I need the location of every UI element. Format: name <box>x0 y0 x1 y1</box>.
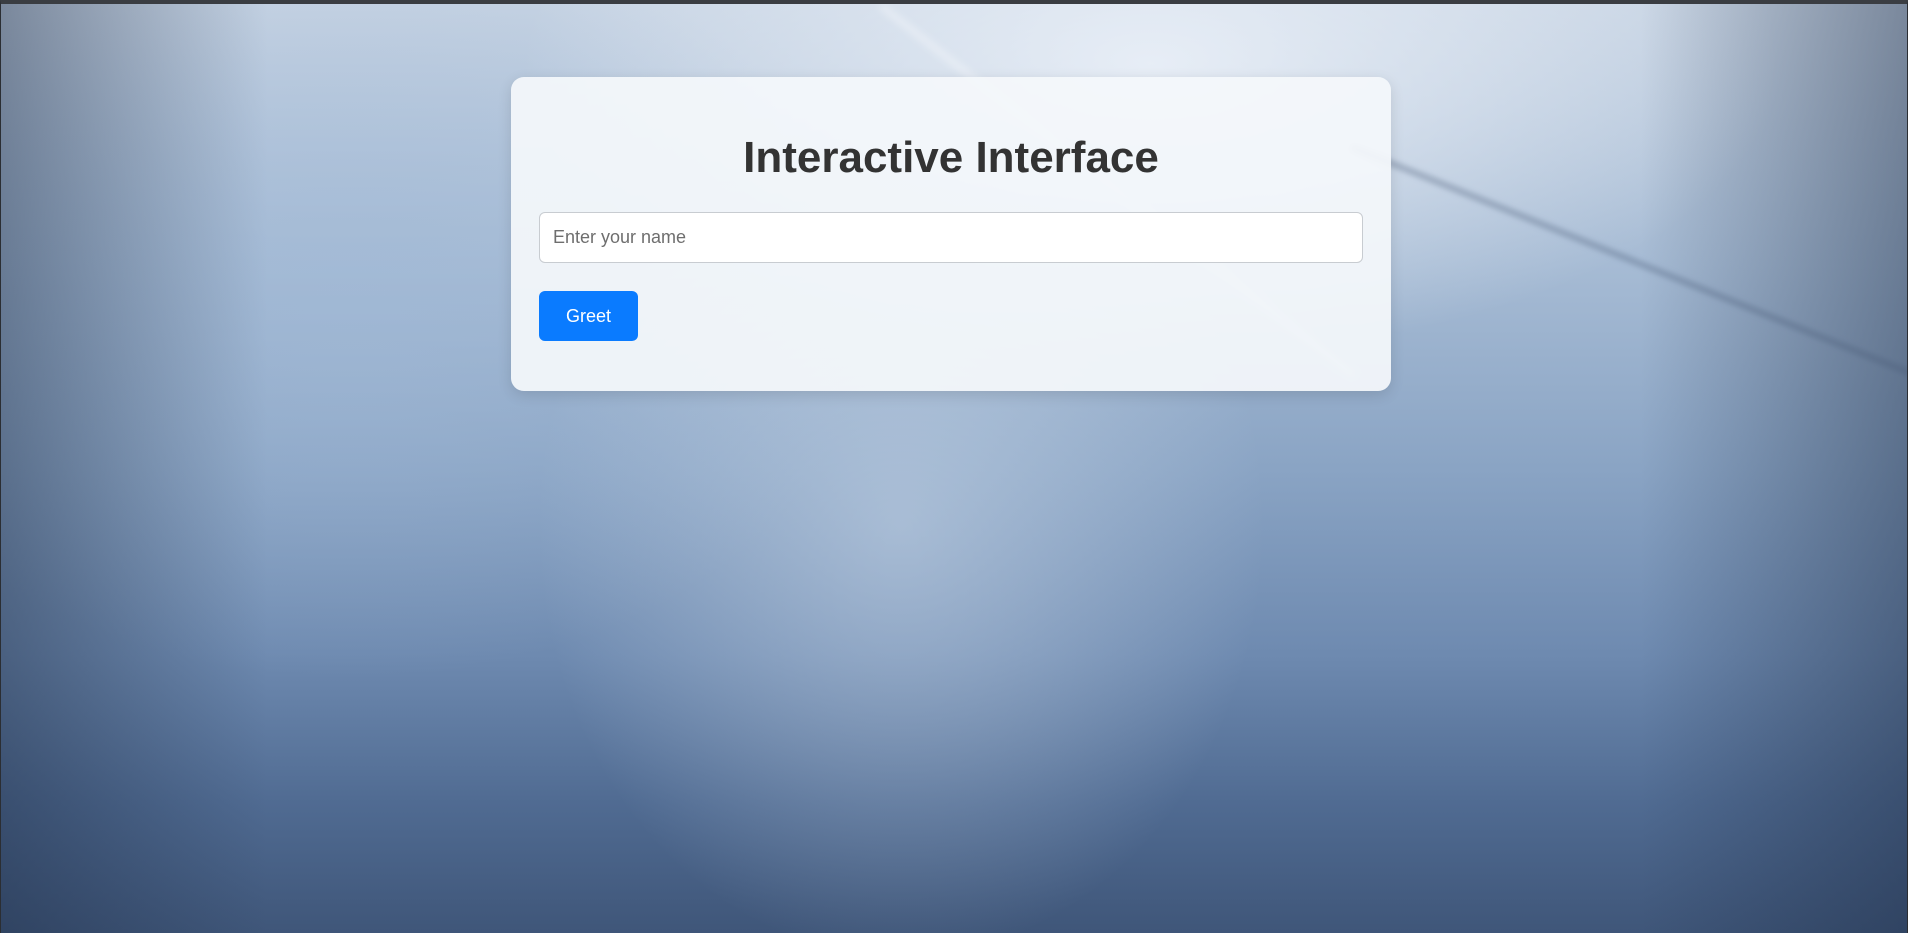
greet-button[interactable]: Greet <box>539 291 638 341</box>
browser-viewport: Interactive Interface Greet <box>0 0 1908 933</box>
name-input[interactable] <box>539 212 1363 263</box>
page-title: Interactive Interface <box>743 133 1159 182</box>
main-card: Interactive Interface Greet <box>511 77 1391 391</box>
